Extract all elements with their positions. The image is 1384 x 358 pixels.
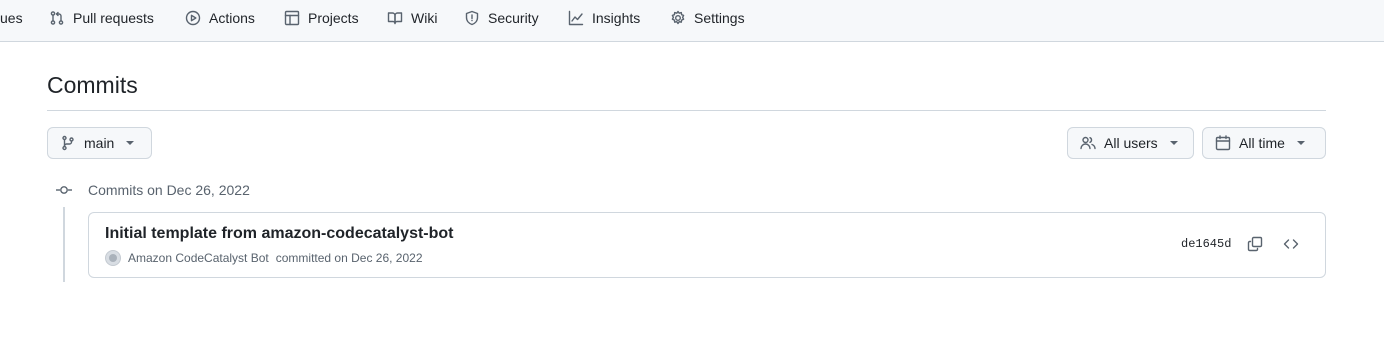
nav-item-label: Insights [592,10,641,26]
calendar-icon [1215,135,1231,151]
commit-group-heading: Commits on Dec 26, 2022 [88,182,250,198]
branch-icon [62,135,74,151]
nav-item-label: Wiki [411,10,438,26]
nav-item-label: Security [488,10,539,26]
shield-icon [465,10,479,26]
nav-item-label: Pull requests [73,10,154,26]
nav-item-label: ues [0,10,23,26]
title-divider [47,110,1326,111]
page-title: Commits [47,72,138,98]
nav-item-security[interactable]: Security [464,0,539,36]
chevron-down-icon [1169,141,1178,145]
chevron-down-icon [126,141,135,145]
code-icon [1283,239,1299,249]
nav-item-pull-requests[interactable]: Pull requests [49,0,154,36]
graph-icon [568,10,584,26]
people-icon [1080,136,1096,150]
chevron-down-icon [1296,141,1305,145]
nav-item-settings[interactable]: Settings [670,0,745,36]
users-filter-button[interactable]: All users [1067,127,1194,159]
commit-meta: Amazon CodeCatalyst Bot committed on Dec… [105,250,423,266]
copy-icon [1247,236,1263,252]
book-icon [387,12,403,25]
nav-item-label: Settings [694,10,745,26]
gear-icon [671,10,685,25]
table-icon [284,10,300,26]
timeline-line [63,207,65,282]
commit-sha-link[interactable]: de1645d [1181,237,1231,251]
commit-row: Initial template from amazon-codecatalys… [88,212,1326,278]
nav-item-actions[interactable]: Actions [185,0,255,36]
commit-author[interactable]: Amazon CodeCatalyst Bot [128,251,269,265]
avatar[interactable] [105,250,121,266]
browse-files-button[interactable] [1280,233,1302,255]
time-filter-label: All time [1239,135,1285,151]
nav-item-wiki[interactable]: Wiki [387,0,437,36]
branch-name: main [84,135,115,151]
nav-item-insights[interactable]: Insights [568,0,640,36]
branch-selector-button[interactable]: main [47,127,152,159]
users-filter-label: All users [1104,135,1158,151]
pull-request-icon [50,11,64,25]
copy-sha-button[interactable] [1244,233,1266,255]
git-commit-icon [56,186,72,194]
commit-action: committed on Dec 26, 2022 [275,251,423,265]
repo-nav: ues Pull requests Actions Projects Wiki [0,0,1384,42]
play-icon [185,10,201,26]
time-filter-button[interactable]: All time [1202,127,1326,159]
nav-item-projects[interactable]: Projects [284,0,359,36]
nav-item-label: Projects [308,10,359,26]
nav-item-label: Actions [209,10,255,26]
commit-title-link[interactable]: Initial template from amazon-codecatalys… [105,225,454,243]
nav-item-issues[interactable]: ues [0,0,23,36]
